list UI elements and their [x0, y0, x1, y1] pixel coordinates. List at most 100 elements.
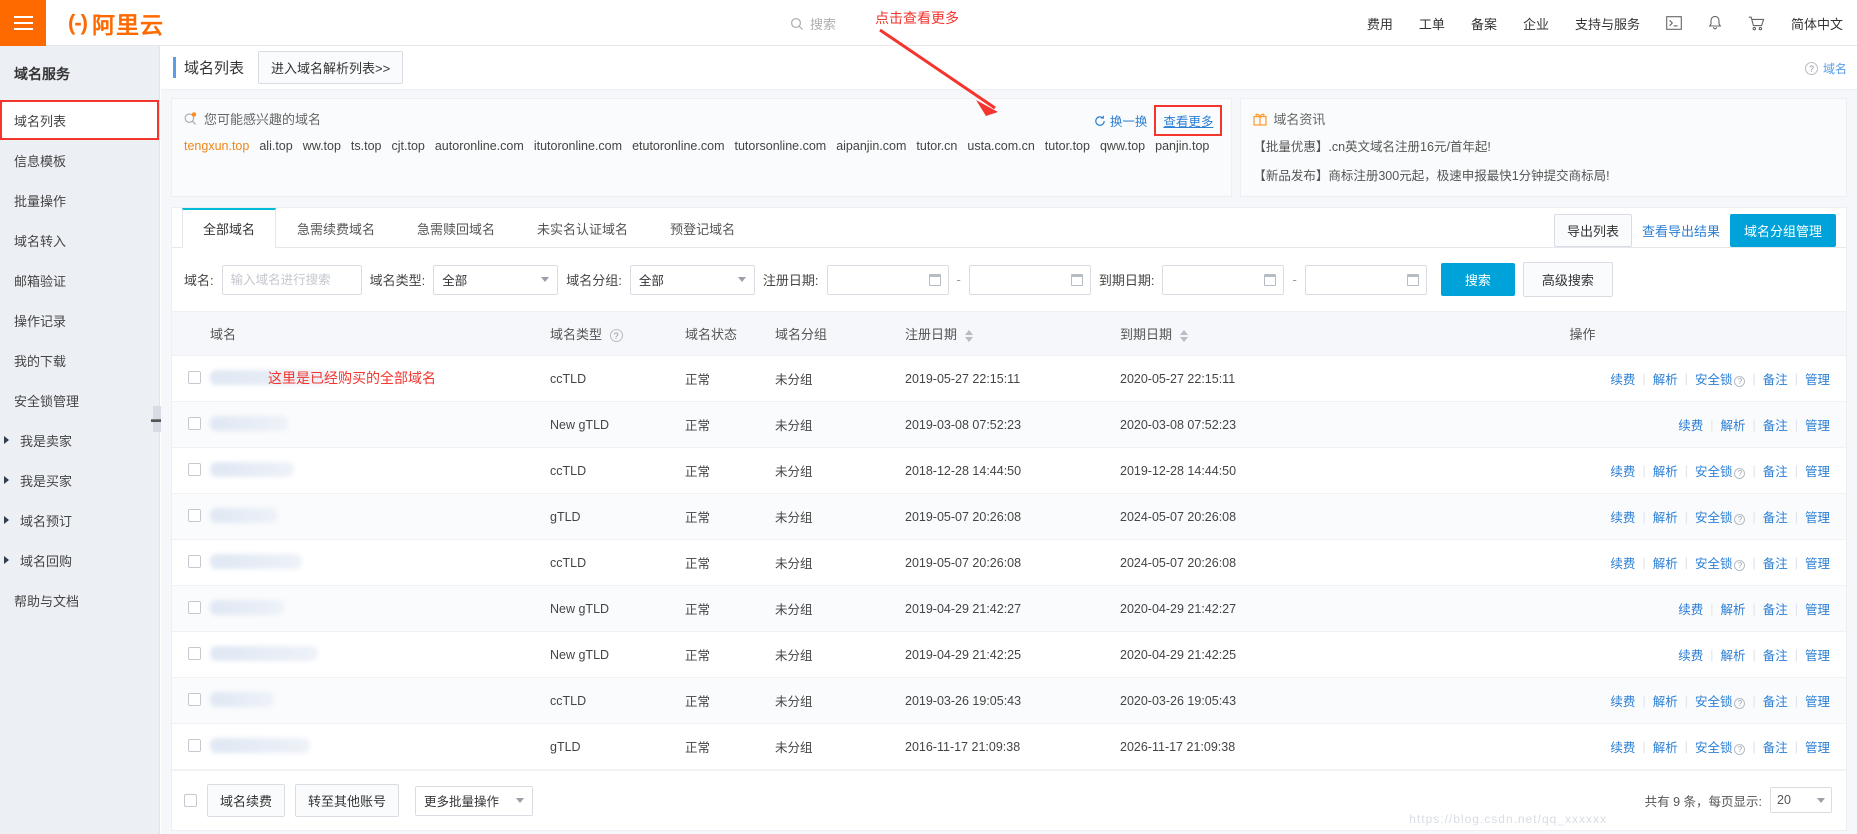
cell-domain-name[interactable] — [210, 631, 550, 678]
reg-date-to-input[interactable] — [968, 264, 1091, 295]
exp-date-from-input[interactable] — [1162, 264, 1285, 295]
cell-domain-name[interactable] — [210, 723, 550, 770]
op-manage-link[interactable]: 管理 — [1805, 461, 1830, 480]
more-batch-operations-select[interactable]: 更多批量操作 — [415, 785, 534, 816]
sidebar-item-1[interactable]: 信息模板 — [0, 140, 159, 180]
op-security-lock-link[interactable]: 安全锁? — [1695, 369, 1746, 388]
sidebar-item-7[interactable]: 安全锁管理 — [0, 380, 159, 420]
op-security-lock-link[interactable]: 安全锁? — [1695, 461, 1746, 480]
op-resolve-link[interactable]: 解析 — [1653, 691, 1678, 710]
recommended-domain-2[interactable]: ww.top — [303, 139, 341, 153]
aliyun-logo[interactable]: (-) 阿里云 — [68, 6, 164, 40]
op-manage-link[interactable]: 管理 — [1805, 369, 1830, 388]
recommended-domain-7[interactable]: etutoronline.com — [632, 139, 724, 153]
security-lock-help-icon[interactable]: ? — [1734, 376, 1746, 387]
sidebar-item-3[interactable]: 域名转入 — [0, 220, 159, 260]
recommended-domain-10[interactable]: tutor.cn — [916, 139, 957, 153]
global-search-input[interactable]: 搜索 — [790, 14, 836, 33]
refresh-recommendations-button[interactable]: 换一换 — [1094, 111, 1147, 130]
cell-domain-name[interactable] — [210, 447, 550, 494]
domain-type-select[interactable]: 全部 — [433, 264, 559, 295]
op-renew-link[interactable]: 续费 — [1610, 369, 1635, 388]
row-checkbox[interactable] — [188, 600, 201, 614]
transfer-account-button[interactable]: 转至其他账号 — [295, 784, 400, 817]
sort-registered-date[interactable] — [964, 329, 973, 342]
op-renew-link[interactable]: 续费 — [1610, 461, 1635, 480]
sidebar-item-6[interactable]: 我的下载 — [0, 340, 159, 380]
sidebar-item-9[interactable]: 我是买家 — [0, 460, 159, 500]
row-checkbox[interactable] — [188, 692, 201, 706]
sidebar-item-4[interactable]: 邮箱验证 — [0, 260, 159, 300]
security-lock-help-icon[interactable]: ? — [1734, 514, 1746, 525]
cell-domain-name[interactable] — [210, 539, 550, 586]
op-remark-link[interactable]: 备注 — [1763, 461, 1788, 480]
security-lock-help-icon[interactable]: ? — [1734, 560, 1746, 571]
bell-notification-icon[interactable] — [1708, 15, 1722, 31]
recommended-domain-1[interactable]: ali.top — [259, 139, 292, 153]
sidebar-item-5[interactable]: 操作记录 — [0, 300, 159, 340]
view-export-result-link[interactable]: 查看导出结果 — [1642, 221, 1720, 240]
op-renew-link[interactable]: 续费 — [1678, 645, 1703, 664]
group-manage-button[interactable]: 域名分组管理 — [1729, 214, 1836, 247]
tab-4[interactable]: 预登记域名 — [649, 208, 756, 248]
op-manage-link[interactable]: 管理 — [1805, 553, 1830, 572]
op-resolve-link[interactable]: 解析 — [1653, 461, 1678, 480]
topnav-item-support[interactable]: 支持与服务 — [1575, 14, 1640, 33]
op-security-lock-link[interactable]: 安全锁? — [1695, 737, 1746, 756]
recommended-domain-6[interactable]: itutoronline.com — [534, 139, 622, 153]
topnav-item-enterprise[interactable]: 企业 — [1523, 14, 1549, 33]
view-more-domains-link[interactable]: 查看更多 — [1154, 105, 1223, 136]
op-renew-link[interactable]: 续费 — [1610, 737, 1635, 756]
sort-expire-date[interactable] — [1179, 329, 1188, 342]
select-all-checkbox[interactable] — [184, 794, 197, 807]
tab-0[interactable]: 全部域名 — [182, 208, 277, 248]
op-remark-link[interactable]: 备注 — [1763, 737, 1788, 756]
domain-group-select[interactable]: 全部 — [629, 264, 755, 295]
page-help-link[interactable]: ? 域名 — [1804, 60, 1847, 77]
row-checkbox[interactable] — [188, 416, 201, 430]
security-lock-help-icon[interactable]: ? — [1734, 698, 1746, 709]
op-remark-link[interactable]: 备注 — [1763, 599, 1788, 618]
op-resolve-link[interactable]: 解析 — [1653, 553, 1678, 572]
op-resolve-link[interactable]: 解析 — [1653, 369, 1678, 388]
console-terminal-icon[interactable] — [1666, 16, 1682, 30]
op-security-lock-link[interactable]: 安全锁? — [1695, 691, 1746, 710]
recommended-domain-11[interactable]: usta.com.cn — [967, 139, 1034, 153]
security-lock-help-icon[interactable]: ? — [1734, 744, 1746, 755]
op-remark-link[interactable]: 备注 — [1763, 553, 1788, 572]
topnav-item-fee[interactable]: 费用 — [1367, 14, 1393, 33]
op-security-lock-link[interactable]: 安全锁? — [1695, 553, 1746, 572]
cell-domain-name[interactable] — [210, 401, 550, 448]
domain-news-line-2[interactable]: 【新品发布】商标注册300元起，极速申报最快1分钟提交商标局! — [1253, 166, 1834, 186]
recommended-domain-8[interactable]: tutorsonline.com — [734, 139, 826, 153]
op-renew-link[interactable]: 续费 — [1678, 599, 1703, 618]
recommended-domain-9[interactable]: aipanjin.com — [836, 139, 906, 153]
batch-renew-button[interactable]: 域名续费 — [207, 784, 286, 817]
tab-1[interactable]: 急需续费域名 — [276, 208, 396, 248]
op-renew-link[interactable]: 续费 — [1610, 553, 1635, 572]
op-resolve-link[interactable]: 解析 — [1720, 415, 1745, 434]
recommended-domain-12[interactable]: tutor.top — [1045, 139, 1090, 153]
security-lock-help-icon[interactable]: ? — [1734, 468, 1746, 479]
op-remark-link[interactable]: 备注 — [1763, 415, 1788, 434]
export-list-button[interactable]: 导出列表 — [1553, 214, 1632, 247]
recommended-domain-5[interactable]: autoronline.com — [435, 139, 524, 153]
op-manage-link[interactable]: 管理 — [1805, 599, 1830, 618]
cell-domain-name[interactable] — [210, 677, 550, 724]
op-renew-link[interactable]: 续费 — [1610, 691, 1635, 710]
op-manage-link[interactable]: 管理 — [1805, 737, 1830, 756]
tab-2[interactable]: 急需赎回域名 — [396, 208, 516, 248]
tab-3[interactable]: 未实名认证域名 — [516, 208, 649, 248]
op-security-lock-link[interactable]: 安全锁? — [1695, 507, 1746, 526]
op-manage-link[interactable]: 管理 — [1805, 691, 1830, 710]
op-resolve-link[interactable]: 解析 — [1720, 645, 1745, 664]
op-resolve-link[interactable]: 解析 — [1653, 737, 1678, 756]
op-remark-link[interactable]: 备注 — [1763, 369, 1788, 388]
op-manage-link[interactable]: 管理 — [1805, 507, 1830, 526]
sidebar-item-10[interactable]: 域名预订 — [0, 500, 159, 540]
op-remark-link[interactable]: 备注 — [1763, 691, 1788, 710]
recommended-domain-0[interactable]: tengxun.top — [184, 139, 249, 153]
topnav-item-icp[interactable]: 备案 — [1471, 14, 1497, 33]
domain-search-input[interactable] — [221, 264, 362, 295]
recommended-domain-13[interactable]: qww.top — [1100, 139, 1145, 153]
